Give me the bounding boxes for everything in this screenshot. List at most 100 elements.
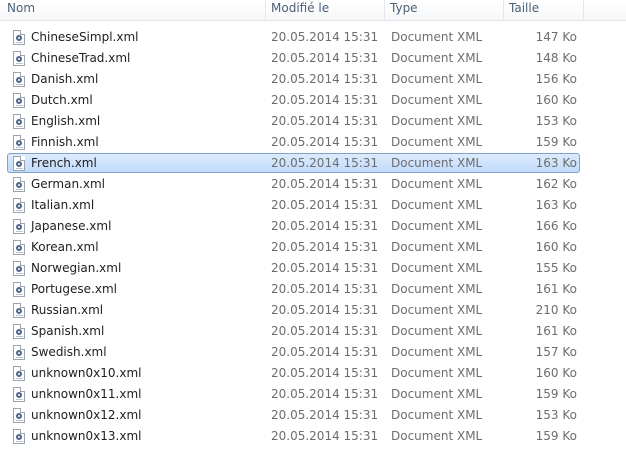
file-size: 159 Ko xyxy=(535,135,577,149)
file-size: 161 Ko xyxy=(535,324,577,338)
file-size: 163 Ko xyxy=(535,198,577,212)
file-name: unknown0x12.xml xyxy=(31,408,142,422)
file-type: Document XML xyxy=(391,282,483,296)
xml-file-icon xyxy=(13,282,27,298)
column-header-type[interactable]: Type xyxy=(385,0,504,20)
xml-file-icon xyxy=(13,219,27,235)
file-type: Document XML xyxy=(391,30,483,44)
column-header-bar: Nom Modifié le Type Taille xyxy=(0,0,626,21)
file-row[interactable]: unknown0x11.xml 20.05.2014 15:31 Document … xyxy=(0,384,626,405)
file-type: Document XML xyxy=(391,51,483,65)
file-size: 156 Ko xyxy=(535,72,577,86)
xml-file-icon xyxy=(13,114,27,130)
file-type: Document XML xyxy=(391,261,483,275)
file-name: Spanish.xml xyxy=(31,324,105,338)
file-name: German.xml xyxy=(31,177,105,191)
file-name: English.xml xyxy=(31,114,101,128)
file-modified-date: 20.05.2014 15:31 xyxy=(271,303,379,317)
file-type: Document XML xyxy=(391,135,483,149)
file-explorer-window: Nom Modifié le Type Taille ChineseSimpl.… xyxy=(0,0,626,475)
file-modified-date: 20.05.2014 15:31 xyxy=(271,177,379,191)
xml-file-icon xyxy=(13,324,27,340)
file-row[interactable]: Finnish.xml 20.05.2014 15:31 Document XML 1… xyxy=(0,132,626,153)
xml-file-icon xyxy=(13,429,27,445)
file-modified-date: 20.05.2014 15:31 xyxy=(271,30,379,44)
column-header-size[interactable]: Taille xyxy=(504,0,584,20)
xml-file-icon xyxy=(13,156,27,172)
file-modified-date: 20.05.2014 15:31 xyxy=(271,261,379,275)
file-size: 160 Ko xyxy=(535,93,577,107)
xml-file-icon xyxy=(13,408,27,424)
file-modified-date: 20.05.2014 15:31 xyxy=(271,198,379,212)
file-type: Document XML xyxy=(391,387,483,401)
file-type: Document XML xyxy=(391,198,483,212)
file-size: 162 Ko xyxy=(535,177,577,191)
file-type: Document XML xyxy=(391,72,483,86)
file-row[interactable]: Italian.xml 20.05.2014 15:31 Document XML 1… xyxy=(0,195,626,216)
file-row[interactable]: French.xml 20.05.2014 15:31 Document XML 16… xyxy=(0,153,626,174)
file-name: Italian.xml xyxy=(31,198,95,212)
file-name: Finnish.xml xyxy=(31,135,99,149)
file-modified-date: 20.05.2014 15:31 xyxy=(271,282,379,296)
file-row[interactable]: unknown0x10.xml 20.05.2014 15:31 Document … xyxy=(0,363,626,384)
xml-file-icon xyxy=(13,72,27,88)
file-name: Korean.xml xyxy=(31,240,99,254)
xml-file-icon xyxy=(13,51,27,67)
xml-file-icon xyxy=(13,177,27,193)
xml-file-icon xyxy=(13,345,27,361)
file-row[interactable]: ChineseSimpl.xml 20.05.2014 15:31 Document… xyxy=(0,27,626,48)
xml-file-icon xyxy=(13,135,27,151)
file-row[interactable]: Dutch.xml 20.05.2014 15:31 Document XML 160… xyxy=(0,90,626,111)
file-size: 166 Ko xyxy=(535,219,577,233)
file-type: Document XML xyxy=(391,177,483,191)
file-size: 160 Ko xyxy=(535,240,577,254)
file-type: Document XML xyxy=(391,324,483,338)
file-row[interactable]: ChineseTrad.xml 20.05.2014 15:31 Document … xyxy=(0,48,626,69)
file-row[interactable]: Norwegian.xml 20.05.2014 15:31 Document XM… xyxy=(0,258,626,279)
file-size: 157 Ko xyxy=(535,345,577,359)
file-name: unknown0x13.xml xyxy=(31,429,142,443)
file-type: Document XML xyxy=(391,219,483,233)
file-type: Document XML xyxy=(391,93,483,107)
file-row[interactable]: Korean.xml 20.05.2014 15:31 Document XML 16… xyxy=(0,237,626,258)
file-name: unknown0x11.xml xyxy=(31,387,142,401)
file-row[interactable]: Swedish.xml 20.05.2014 15:31 Document XML 1… xyxy=(0,342,626,363)
file-modified-date: 20.05.2014 15:31 xyxy=(271,387,379,401)
file-row[interactable]: Portugese.xml 20.05.2014 15:31 Document XM… xyxy=(0,279,626,300)
file-name: Portugese.xml xyxy=(31,282,117,296)
file-size: 161 Ko xyxy=(535,282,577,296)
file-row[interactable]: unknown0x13.xml 20.05.2014 15:31 Document … xyxy=(0,426,626,447)
column-header-name[interactable]: Nom xyxy=(2,0,266,20)
file-size: 155 Ko xyxy=(535,261,577,275)
file-size: 159 Ko xyxy=(535,429,577,443)
file-size: 148 Ko xyxy=(535,51,577,65)
file-type: Document XML xyxy=(391,408,483,422)
file-row[interactable]: Russian.xml 20.05.2014 15:31 Document XML 2… xyxy=(0,300,626,321)
file-modified-date: 20.05.2014 15:31 xyxy=(271,156,379,170)
file-name: ChineseSimpl.xml xyxy=(31,30,139,44)
file-row[interactable]: Danish.xml 20.05.2014 15:31 Document XML 15… xyxy=(0,69,626,90)
file-row[interactable]: German.xml 20.05.2014 15:31 Document XML 16… xyxy=(0,174,626,195)
column-header-filler xyxy=(584,0,626,20)
file-modified-date: 20.05.2014 15:31 xyxy=(271,72,379,86)
file-name: Russian.xml xyxy=(31,303,104,317)
file-name: Danish.xml xyxy=(31,72,99,86)
file-name: Dutch.xml xyxy=(31,93,93,107)
file-row[interactable]: English.xml 20.05.2014 15:31 Document XML 1… xyxy=(0,111,626,132)
file-name: Swedish.xml xyxy=(31,345,107,359)
xml-file-icon xyxy=(13,303,27,319)
file-modified-date: 20.05.2014 15:31 xyxy=(271,135,379,149)
file-name: unknown0x10.xml xyxy=(31,366,142,380)
file-size: 153 Ko xyxy=(535,408,577,422)
file-name: Japanese.xml xyxy=(31,219,112,233)
xml-file-icon xyxy=(13,93,27,109)
file-row[interactable]: unknown0x12.xml 20.05.2014 15:31 Document … xyxy=(0,405,626,426)
file-modified-date: 20.05.2014 15:31 xyxy=(271,324,379,338)
file-row[interactable]: Japanese.xml 20.05.2014 15:31 Document XML… xyxy=(0,216,626,237)
file-type: Document XML xyxy=(391,429,483,443)
xml-file-icon xyxy=(13,261,27,277)
file-name: French.xml xyxy=(31,156,97,170)
column-header-modified[interactable]: Modifié le xyxy=(266,0,385,20)
file-row[interactable]: Spanish.xml 20.05.2014 15:31 Document XML 1… xyxy=(0,321,626,342)
file-name: Norwegian.xml xyxy=(31,261,122,275)
